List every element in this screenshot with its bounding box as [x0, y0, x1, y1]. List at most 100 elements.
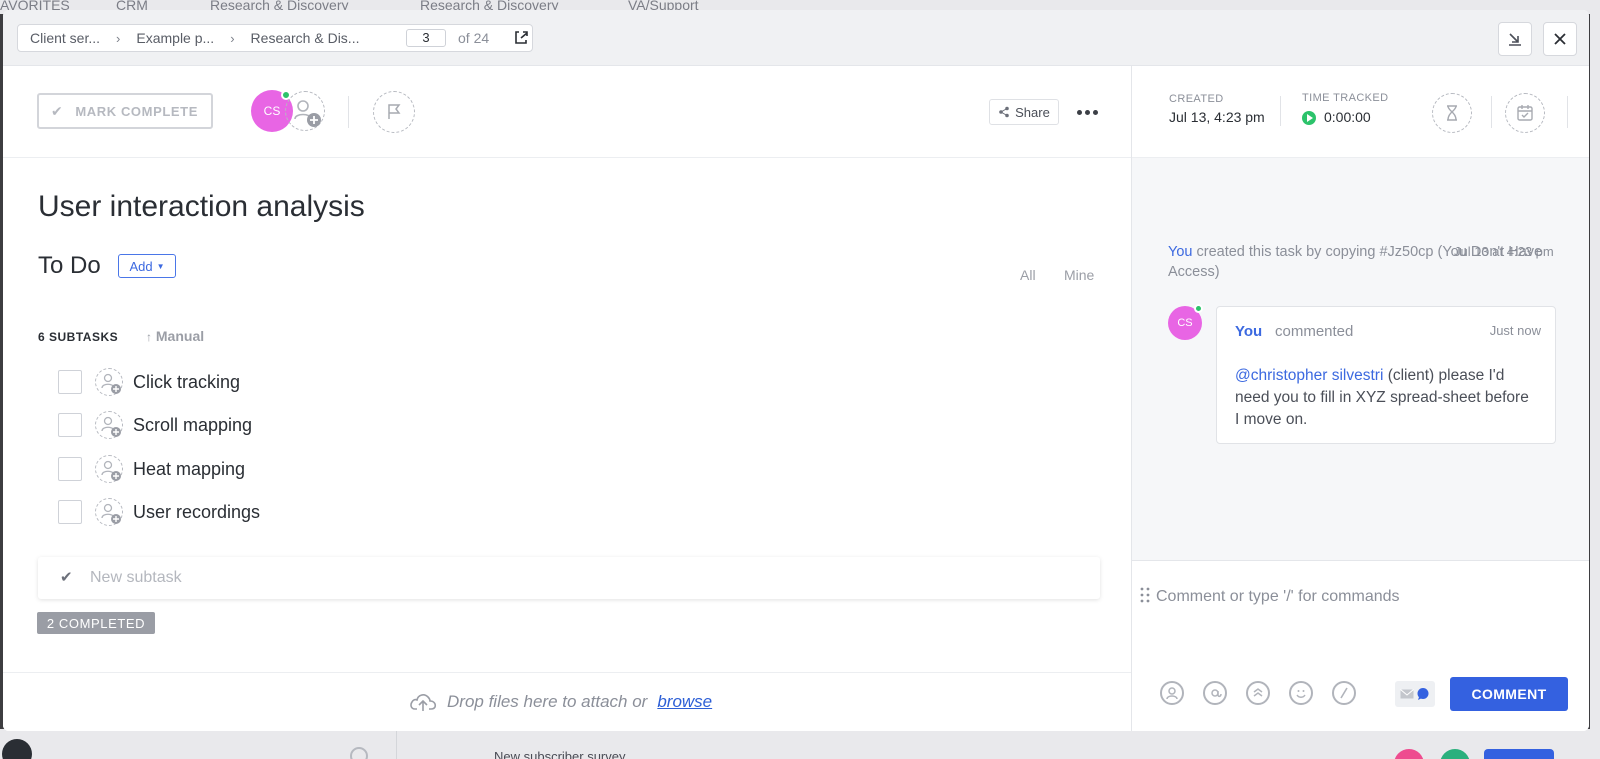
- page-count: of 24: [458, 30, 490, 46]
- notify-toggle[interactable]: [1395, 681, 1435, 707]
- time-tracked-value: 0:00:00: [1324, 109, 1371, 125]
- subtask-name[interactable]: Click tracking: [133, 372, 240, 393]
- modal-topbar: Client ser... › Example p... › Research …: [3, 10, 1589, 66]
- subtask-assign-button[interactable]: [95, 455, 123, 483]
- breadcrumb-item-client[interactable]: Client ser...: [18, 30, 100, 46]
- add-user-icon: [101, 503, 121, 524]
- comment-time: Just now: [1489, 323, 1541, 338]
- new-subtask-input[interactable]: ✔ New subtask: [38, 557, 1100, 599]
- page-number-input[interactable]: 3: [406, 29, 446, 47]
- browse-link[interactable]: browse: [657, 692, 712, 712]
- task-modal: Client ser... › Example p... › Research …: [3, 10, 1589, 731]
- add-user-icon: [294, 100, 321, 127]
- subtask-assign-button[interactable]: [95, 498, 123, 526]
- close-icon: [1554, 33, 1566, 45]
- share-label: Share: [1015, 104, 1050, 120]
- composer-toolbar: [1160, 681, 1356, 705]
- calendar-icon: [1517, 105, 1533, 121]
- task-main-pane: ✔ MARK COMPLETE CS Share User interactio…: [3, 66, 1131, 731]
- sort-label: Manual: [155, 328, 205, 344]
- background-bottom-strip: New subscriber survey: [0, 729, 1600, 759]
- play-timer-button[interactable]: [1302, 111, 1316, 125]
- add-assignee-button[interactable]: [285, 91, 325, 131]
- emoji-icon[interactable]: [1289, 681, 1313, 705]
- subtask-name[interactable]: Heat mapping: [133, 459, 245, 480]
- task-title[interactable]: User interaction analysis: [38, 190, 365, 224]
- attachment-dropzone[interactable]: Drop files here to attach or browse: [3, 672, 1131, 731]
- assign-comment-icon[interactable]: [1160, 681, 1184, 705]
- bg-blue-button: [1484, 749, 1554, 759]
- minimize-button[interactable]: [1498, 22, 1532, 56]
- reaction-icon[interactable]: [1246, 681, 1270, 705]
- breadcrumb-item-example[interactable]: Example p...: [120, 30, 214, 46]
- hourglass-icon: [1447, 105, 1457, 121]
- comment-card: You commented Just now @christopher silv…: [1216, 306, 1556, 444]
- mark-complete-label: MARK COMPLETE: [75, 103, 198, 119]
- close-button[interactable]: [1543, 22, 1577, 56]
- subtask-checkbox[interactable]: [58, 370, 82, 394]
- add-user-icon: [101, 373, 121, 394]
- time-tracked-label: TIME TRACKED: [1302, 92, 1389, 104]
- add-label: Add: [129, 258, 153, 274]
- due-date-button[interactable]: [1505, 93, 1545, 133]
- drag-handle-icon[interactable]: [1140, 587, 1150, 603]
- flag-icon: [388, 104, 401, 119]
- sort-manual-button[interactable]: ↑ Manual: [146, 328, 204, 344]
- subtask-assign-button[interactable]: [95, 411, 123, 439]
- subtask-checkbox[interactable]: [58, 500, 82, 524]
- task-status: To Do: [38, 252, 101, 279]
- comment-author[interactable]: You: [1235, 323, 1262, 340]
- more-options-button[interactable]: [1071, 99, 1103, 125]
- activity-time: Jul 13 at 4:23 pm: [1454, 244, 1554, 259]
- subtask-row: Heat mapping: [58, 453, 1098, 485]
- chevron-right-icon: ›: [116, 30, 121, 46]
- task-meta-bar: CREATED Jul 13, 4:23 pm TIME TRACKED 0:0…: [1132, 66, 1589, 158]
- breadcrumb-item-research[interactable]: Research & Dis...: [235, 30, 360, 46]
- check-icon: ✔: [51, 102, 64, 119]
- comment-submit-button[interactable]: COMMENT: [1450, 677, 1568, 711]
- subtask-row: Click tracking: [58, 366, 1098, 398]
- add-dropdown-button[interactable]: Add ▼: [118, 254, 176, 278]
- background-right-edge: [1590, 14, 1600, 729]
- arrow-up-icon: ↑: [146, 330, 152, 344]
- comment-verb: commented: [1275, 323, 1354, 340]
- chevron-right-icon: ›: [230, 30, 235, 46]
- add-user-icon: [101, 416, 121, 437]
- completed-toggle[interactable]: 2 COMPLETED: [37, 612, 155, 634]
- download-arrow-icon: [1509, 33, 1521, 46]
- comment-composer: Comment or type '/' for commands COMMENT: [1132, 560, 1589, 731]
- subtask-row: User recordings: [58, 496, 1098, 528]
- check-icon: ✔: [60, 569, 73, 586]
- activity-actor[interactable]: You: [1168, 244, 1192, 260]
- add-user-icon: [101, 460, 121, 481]
- filter-mine-tab[interactable]: Mine: [1064, 267, 1094, 283]
- share-icon: [999, 106, 1009, 118]
- comment-mention[interactable]: @christopher silvestri: [1235, 367, 1383, 384]
- slash-command-icon[interactable]: [1332, 681, 1356, 705]
- priority-button[interactable]: [373, 91, 415, 133]
- time-estimate-button[interactable]: [1432, 93, 1472, 133]
- mention-icon[interactable]: [1203, 681, 1227, 705]
- bg-row-text: New subscriber survey: [494, 749, 626, 759]
- share-button[interactable]: Share: [989, 99, 1059, 125]
- more-dots-icon: [1076, 109, 1082, 115]
- subtask-checkbox[interactable]: [58, 457, 82, 481]
- filter-all-tab[interactable]: All: [1020, 267, 1036, 283]
- bg-pink-button: [1394, 749, 1424, 759]
- subtask-assign-button[interactable]: [95, 368, 123, 396]
- comment-body: @christopher silvestri (client) please I…: [1235, 365, 1535, 431]
- caret-down-icon: ▼: [156, 261, 165, 271]
- activity-pane: CREATED Jul 13, 4:23 pm TIME TRACKED 0:0…: [1131, 66, 1589, 731]
- subtask-name[interactable]: Scroll mapping: [133, 415, 252, 436]
- bg-icon: [350, 747, 368, 759]
- subtask-row: Scroll mapping: [58, 409, 1098, 441]
- created-value: Jul 13, 4:23 pm: [1169, 109, 1265, 125]
- comment-input[interactable]: Comment or type '/' for commands: [1156, 588, 1400, 606]
- bg-green-button: [1440, 749, 1470, 759]
- subtask-name[interactable]: User recordings: [133, 502, 260, 523]
- mark-complete-button[interactable]: ✔ MARK COMPLETE: [37, 93, 213, 129]
- open-in-new-icon[interactable]: [512, 29, 530, 47]
- subtask-checkbox[interactable]: [58, 413, 82, 437]
- chat-bubble-icon: [1417, 688, 1429, 700]
- cloud-upload-icon: [410, 694, 437, 711]
